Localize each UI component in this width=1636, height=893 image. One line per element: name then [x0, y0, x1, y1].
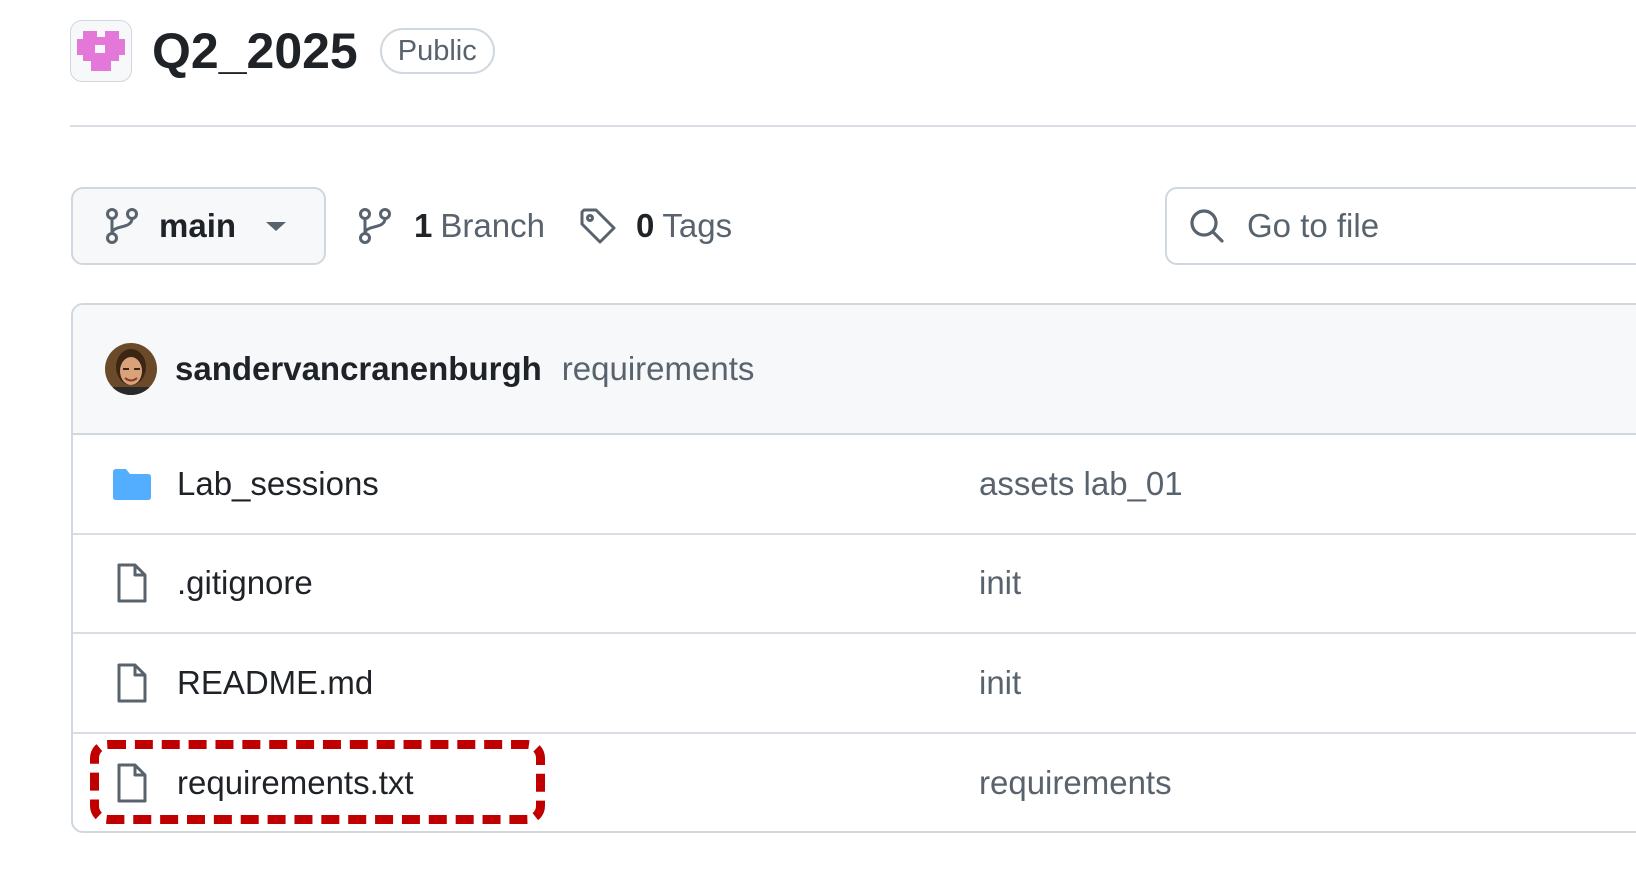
tag-count: 0: [636, 207, 655, 244]
tag-icon: [580, 208, 616, 244]
git-branch-icon: [106, 208, 138, 244]
repo-avatar[interactable]: [70, 20, 132, 82]
avatar[interactable]: [105, 343, 157, 395]
repository-page: Q2_2025 Public main 1 Branch 0 Tags Go t…: [0, 0, 1636, 893]
branches-link[interactable]: 1 Branch: [358, 200, 545, 252]
branch-selector-button[interactable]: main: [71, 187, 326, 265]
branch-name: main: [159, 207, 237, 244]
file-commit-message[interactable]: requirements: [979, 764, 1172, 802]
file-table: sandervancranenburgh requirements Lab_se…: [71, 303, 1636, 833]
file-commit-message[interactable]: init: [979, 664, 1021, 702]
git-branch-icon: [359, 208, 391, 244]
file-icon: [111, 762, 151, 804]
file-name[interactable]: requirements.txt: [177, 764, 414, 802]
repo-name[interactable]: Q2_2025: [152, 22, 358, 80]
commit-author[interactable]: sandervancranenburgh: [175, 350, 542, 388]
file-commit-message[interactable]: init: [979, 564, 1021, 602]
file-row-gitignore[interactable]: .gitignore init: [73, 535, 1636, 634]
file-icon: [111, 662, 151, 704]
user-avatar-image: [105, 343, 157, 395]
header-divider: [70, 125, 1636, 127]
file-name[interactable]: Lab_sessions: [177, 465, 379, 503]
search-icon: [1190, 209, 1224, 243]
pixel-heart-icon: [77, 31, 125, 71]
file-commit-message[interactable]: assets lab_01: [979, 465, 1183, 503]
file-name[interactable]: README.md: [177, 664, 373, 702]
file-row-requirements[interactable]: requirements.txt requirements: [73, 734, 1636, 832]
commit-message[interactable]: requirements: [562, 350, 755, 388]
file-row-lab-sessions[interactable]: Lab_sessions assets lab_01: [73, 435, 1636, 535]
visibility-badge: Public: [379, 28, 495, 74]
go-to-file-input[interactable]: Go to file: [1165, 187, 1636, 265]
tag-label: Tags: [662, 207, 733, 244]
file-row-readme[interactable]: README.md init: [73, 634, 1636, 734]
branch-count: 1: [414, 207, 433, 244]
file-name[interactable]: .gitignore: [177, 564, 313, 602]
branch-label: Branch: [440, 207, 545, 244]
chevron-down-icon: [266, 221, 287, 231]
file-icon: [111, 562, 151, 604]
tags-link[interactable]: 0 Tags: [578, 200, 732, 252]
folder-icon: [111, 466, 153, 502]
repo-header: Q2_2025 Public: [70, 18, 495, 84]
latest-commit-bar: sandervancranenburgh requirements: [73, 305, 1636, 435]
go-to-file-placeholder: Go to file: [1247, 207, 1380, 244]
